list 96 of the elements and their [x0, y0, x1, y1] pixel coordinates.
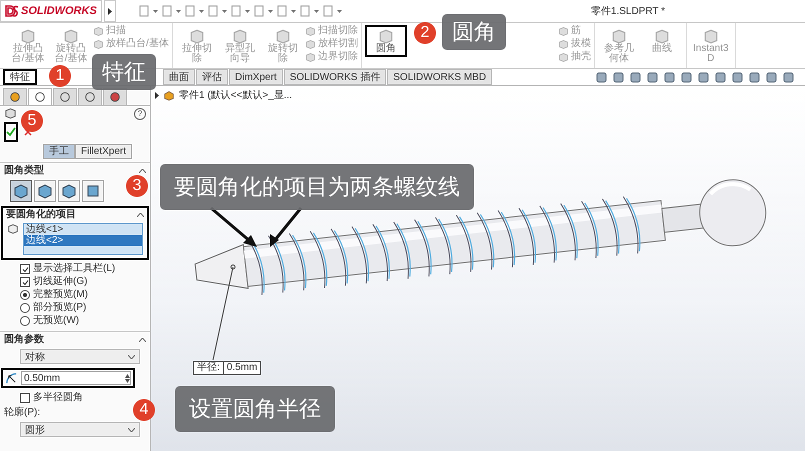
document-icon[interactable]	[138, 5, 150, 17]
block-icon	[232, 28, 248, 44]
feature-tree-item[interactable]: 零件1 (默认<<默认>_显...	[179, 88, 292, 102]
callout-bubble: 要圆角化的项目为两条螺纹线	[160, 164, 474, 210]
fillet-type-button[interactable]	[82, 180, 104, 202]
block-icon	[20, 28, 36, 44]
dropdown-icon	[128, 354, 135, 358]
panel-tab[interactable]	[53, 88, 77, 105]
edge-list[interactable]: 边线<1> 边线<2>	[23, 223, 143, 255]
list-item[interactable]: 边线<2>	[24, 235, 142, 246]
section-title: 圆角类型	[4, 165, 44, 177]
checkbox[interactable]	[20, 264, 30, 274]
callout-bubble: 设置圆角半径	[175, 386, 335, 432]
ribbon-button[interactable]: 圆角	[364, 25, 407, 57]
radius-icon	[5, 372, 18, 384]
block-icon	[304, 52, 316, 62]
triangle-icon	[108, 8, 112, 14]
option-label: 多半径圆角	[33, 392, 83, 404]
caret-icon	[222, 10, 227, 12]
collapse-icon[interactable]	[137, 213, 144, 217]
radio-button[interactable]	[20, 316, 30, 326]
panel-tab[interactable]	[3, 88, 27, 105]
checkbox[interactable]	[20, 277, 30, 287]
part-icon	[163, 89, 175, 101]
section-title: 圆角参数	[4, 334, 44, 346]
caret-icon	[314, 10, 319, 12]
dropdown-icon	[128, 428, 135, 432]
panel-tab[interactable]	[78, 88, 102, 105]
callout-bubble: 特征	[92, 54, 156, 90]
profile-label: 轮廓(P):	[3, 406, 42, 420]
pointer-arrow	[270, 207, 302, 247]
spinner-icon[interactable]	[125, 374, 130, 382]
fillet-type-button[interactable]	[10, 180, 32, 202]
block-icon	[702, 28, 719, 44]
block-icon	[654, 28, 670, 44]
block-icon	[558, 52, 569, 62]
fillet-type-button[interactable]	[58, 180, 80, 202]
dimension-label[interactable]: 半径: 0.5mm	[193, 361, 262, 375]
caret-icon	[198, 10, 204, 12]
caret-icon	[268, 10, 273, 12]
caret-icon	[290, 10, 296, 12]
radio-button[interactable]	[20, 303, 30, 313]
radio-button[interactable]	[20, 290, 30, 300]
option-label: 部分预览(P)	[33, 302, 86, 314]
caret-icon	[244, 10, 250, 12]
collapse-icon[interactable]	[139, 169, 146, 173]
tab[interactable]: SOLIDWORKS MBD	[387, 69, 492, 85]
step-number: 1	[49, 65, 71, 87]
tab[interactable]: 曲面	[163, 69, 195, 85]
block-icon	[93, 26, 104, 36]
ok-button[interactable]	[4, 122, 18, 142]
section-title: 要圆角化的项目	[6, 209, 76, 221]
logo: SOLIDWORKS	[0, 0, 102, 22]
list-item[interactable]: 边线<1>	[24, 224, 142, 235]
block-icon	[37, 183, 53, 199]
block-icon	[304, 38, 316, 50]
logo-icon	[5, 5, 19, 17]
step-number: 2	[414, 22, 436, 44]
fillet-type-button[interactable]	[34, 180, 56, 202]
block-icon	[558, 26, 569, 36]
close-icon[interactable]	[24, 128, 32, 136]
block-icon	[378, 28, 394, 44]
expand-icon[interactable]	[155, 92, 159, 98]
block-icon	[63, 28, 79, 44]
option-label: 切线延伸(G)	[33, 276, 88, 288]
block-icon	[61, 183, 77, 199]
method-dropdown[interactable]: 对称	[20, 349, 140, 364]
checkbox[interactable]	[20, 393, 30, 403]
radius-field[interactable]: 0.50mm	[21, 371, 131, 385]
caret-icon	[152, 10, 158, 12]
option-label: 完整预览(M)	[33, 289, 88, 301]
check-icon	[6, 127, 16, 137]
mode-button[interactable]: 手工	[42, 144, 75, 159]
caret-icon	[336, 10, 342, 12]
block-icon	[13, 183, 29, 199]
block-icon	[558, 38, 569, 50]
collapse-icon[interactable]	[139, 338, 146, 342]
block-icon	[610, 28, 627, 44]
tab[interactable]: 特征	[3, 69, 37, 85]
block-icon	[188, 28, 205, 44]
window-title: 零件1.SLDPRT *	[590, 5, 665, 18]
tab[interactable]: 评估	[196, 69, 228, 85]
mode-button[interactable]: FilletXpert	[74, 144, 132, 159]
tab[interactable]: SOLIDWORKS 插件	[284, 69, 386, 85]
expand-button[interactable]	[104, 0, 116, 22]
block-icon	[274, 28, 291, 44]
option-label: 无预览(W)	[33, 315, 80, 327]
option-label: 显示选择工具栏(L)	[33, 263, 116, 275]
help-button[interactable]: ?	[134, 108, 146, 120]
callout-bubble: 圆角	[442, 14, 506, 50]
panel-tab[interactable]	[28, 88, 52, 105]
block-icon	[93, 38, 104, 50]
profile-dropdown[interactable]: 圆形	[20, 422, 140, 437]
block-icon	[304, 26, 316, 36]
tab[interactable]: DimXpert	[229, 69, 283, 85]
caret-icon	[176, 10, 181, 12]
